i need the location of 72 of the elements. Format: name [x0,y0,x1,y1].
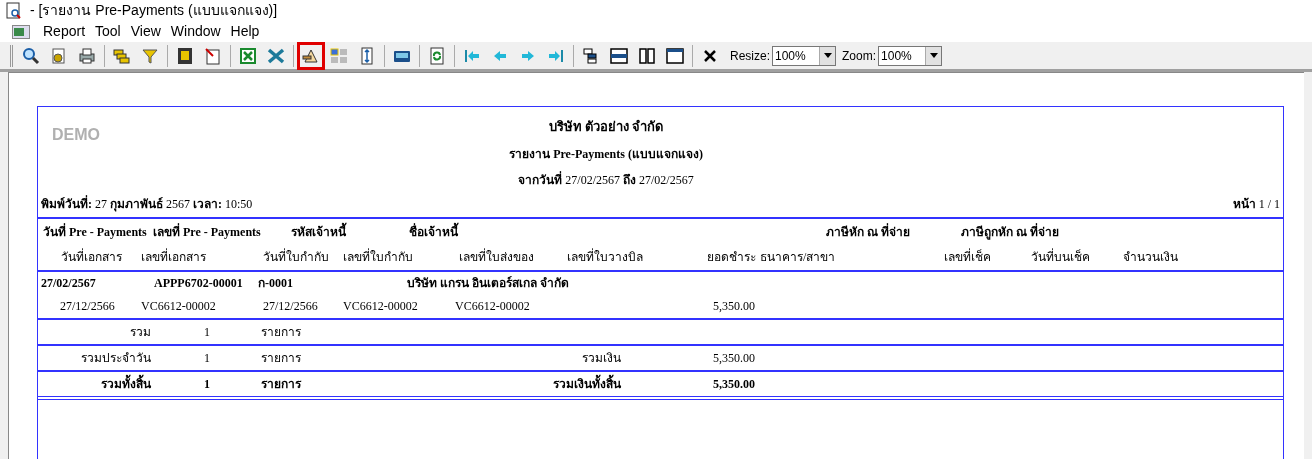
table-cell-text: APPP6702-00001 [154,275,244,292]
column-header: เลขที่ใบส่งของ [459,248,535,266]
item-count: 1 [204,350,211,367]
table-cell-text: VC6612-00002 [455,298,531,315]
column-header: วันที่ใบกำกับ [263,248,330,266]
unit-label: รายการ [261,376,303,393]
column-header: วันที่บนเช็ค [1031,248,1091,266]
column-header: วันที่ Pre - Payments [43,222,148,241]
columns-icon [638,46,656,65]
percent-dropdown[interactable]: 100% [878,45,943,66]
column-header: เลขที่เช็ค [944,248,992,266]
item-count: 1 [204,324,211,341]
sum-label: รวมเงิน [581,350,621,367]
toolbar-button[interactable] [297,41,325,70]
total-label: รวมประจำวัน [80,350,151,367]
column-header: ภาษีถูกหัก ณ ที่จ่าย [961,222,1060,241]
printer-icon [78,46,96,65]
column-header: เลขที่ใบกำกับ [343,248,414,266]
column-header: ธนาคาร/สาขา [760,249,837,266]
menu-item[interactable]: Tool [90,21,126,42]
amount: 5,350.00 [713,376,755,393]
menu-item[interactable]: Help [225,21,265,42]
total-label: รวม [129,324,151,341]
unit-label: รายการ [261,324,302,341]
column-header: ภาษีหัก ณ ที่จ่าย [826,222,911,241]
window-title: - [รายงาน Pre-Payments (แบบแจกแจง)] [30,1,278,20]
search-icon [22,46,40,65]
table-cell-text: ก-0001 [258,275,294,292]
refresh-icon [428,46,446,65]
caret-icon [929,53,938,58]
combo-label: Zoom: [842,47,877,65]
table-cell-text: 5,350.00 [713,298,756,315]
demo-mark: DEMO [52,125,100,145]
print-date: พิมพ์วันที่: 27 กุมภาพันธ์ 2567 เวลา: 10:50 [41,195,253,213]
table-cell-text: 27/02/2567 [41,275,97,292]
sum-label: รวมเงินทั้งสิ้น [461,375,621,393]
combo-label: Resize: [730,47,770,65]
unit-label: รายการ [261,350,302,367]
column-header: รหัสเจ้าหนี้ [291,222,348,241]
amount: 5,350.00 [713,350,755,367]
page-number: หน้า 1 / 1 [1232,196,1280,213]
menu-item[interactable]: View [125,21,166,42]
filter-icon [141,46,159,65]
column-header: เลขที่เอกสาร [141,248,207,266]
company-name: บริษัท ตัวอย่าง จำกัด [548,118,664,136]
table-cell-text: 27/12/2566 [60,298,116,315]
table-cell-text: VC6612-00002 [141,298,217,315]
x-logo-icon [267,46,285,65]
spreadsheet-icon [239,46,257,65]
window-icon [666,46,684,65]
table-cell-text: VC6612-00002 [343,298,419,315]
table-cell-text: บริษัท แกรน อินเตอร์สเกล จำกัด [407,275,570,292]
column-header: เลขที่ Pre - Payments [153,222,262,241]
stack-icon [113,46,131,65]
column-header: เลขที่ใบวางบิล [567,248,644,266]
menu-item[interactable]: Report [38,21,91,42]
rows-icon [610,46,628,65]
grid-icon [330,46,348,65]
column-header: ชื่อเจ้าหนี้ [409,222,460,241]
item-count: 1 [204,376,211,393]
column-header: จำนวนเงิน [1123,249,1179,266]
menu-item[interactable]: Window [165,21,226,42]
caret-icon [823,53,832,58]
height-arrows-icon [358,46,376,65]
total-label: รวมทั้งสิ้น [38,375,151,393]
table-cell-text: 27/12/2566 [263,298,319,315]
date-range: จากวันที่ 27/02/2567 ถึง 27/02/2567 [518,170,694,189]
percent-dropdown[interactable]: 100% [772,45,836,66]
window-menu-icon[interactable] [12,24,30,39]
column-header: ยอดชำระ [706,249,757,266]
report-title: รายงาน Pre-Payments (แบบแจกแจง) [509,145,703,163]
column-header: วันที่เอกสาร [61,248,123,266]
